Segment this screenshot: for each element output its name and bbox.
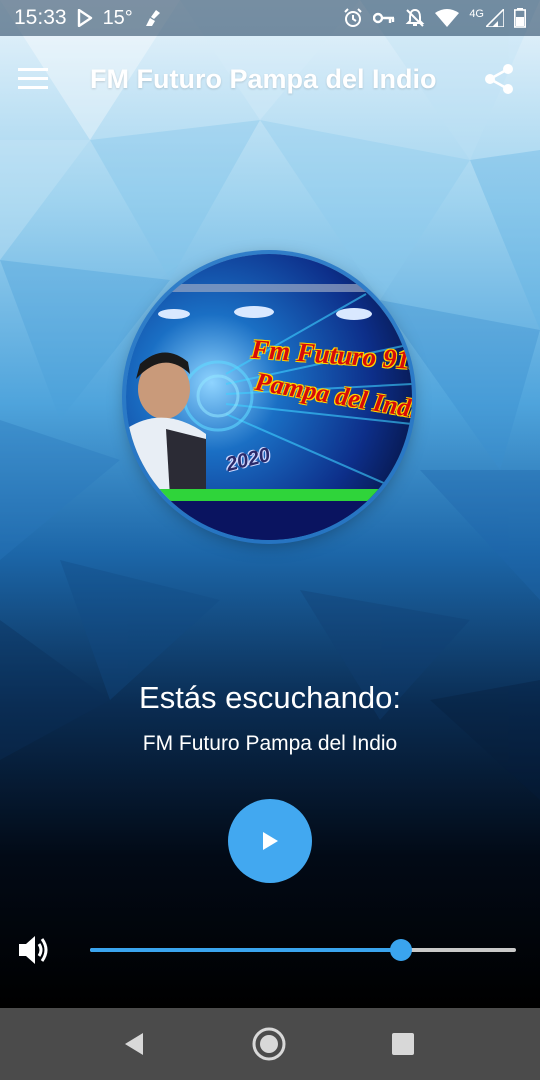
app-title: FM Futuro Pampa del Indio: [90, 63, 437, 94]
station-name: FM Futuro Pampa del Indio: [142, 732, 398, 755]
network-type: 4G: [469, 8, 484, 20]
recents-button[interactable]: [383, 1024, 423, 1064]
home-icon: [252, 1027, 286, 1061]
volume-slider-thumb[interactable]: [389, 939, 412, 961]
status-temperature: 15°: [102, 6, 133, 29]
listening-label: Estás escuchando:: [139, 680, 401, 715]
volume-button[interactable]: [16, 932, 52, 968]
battery-icon: [514, 8, 526, 28]
volume-slider[interactable]: [90, 938, 516, 962]
key-icon: [373, 12, 395, 24]
share-icon: [485, 64, 513, 94]
play-button[interactable]: [228, 799, 312, 883]
cleaner-icon: [145, 10, 160, 26]
system-nav-bar: [0, 1008, 540, 1080]
play-icon: [263, 832, 278, 850]
status-time: 15:33: [14, 6, 67, 29]
light-icon: [158, 309, 190, 319]
app-bar: FM Futuro Pampa del Indio: [0, 44, 540, 114]
recents-icon: [392, 1033, 414, 1055]
notifications-off-icon: [405, 8, 425, 27]
alarm-icon: [344, 8, 363, 27]
back-icon: [125, 1033, 143, 1055]
signal-icon: [486, 9, 504, 27]
volume-icon: [19, 936, 48, 964]
share-button[interactable]: [476, 56, 522, 102]
status-bar: 15:33 15° 4G: [0, 0, 540, 36]
wifi-icon: [435, 9, 460, 27]
menu-button[interactable]: [18, 56, 64, 102]
back-button[interactable]: [114, 1024, 154, 1064]
home-button[interactable]: [249, 1024, 289, 1064]
station-artwork: Fm Futuro 91.1 Pampa del Indio 2020: [126, 254, 412, 540]
play-store-icon: [77, 9, 92, 27]
hamburger-menu-icon: [18, 68, 48, 89]
volume-slider-fill: [90, 948, 401, 952]
